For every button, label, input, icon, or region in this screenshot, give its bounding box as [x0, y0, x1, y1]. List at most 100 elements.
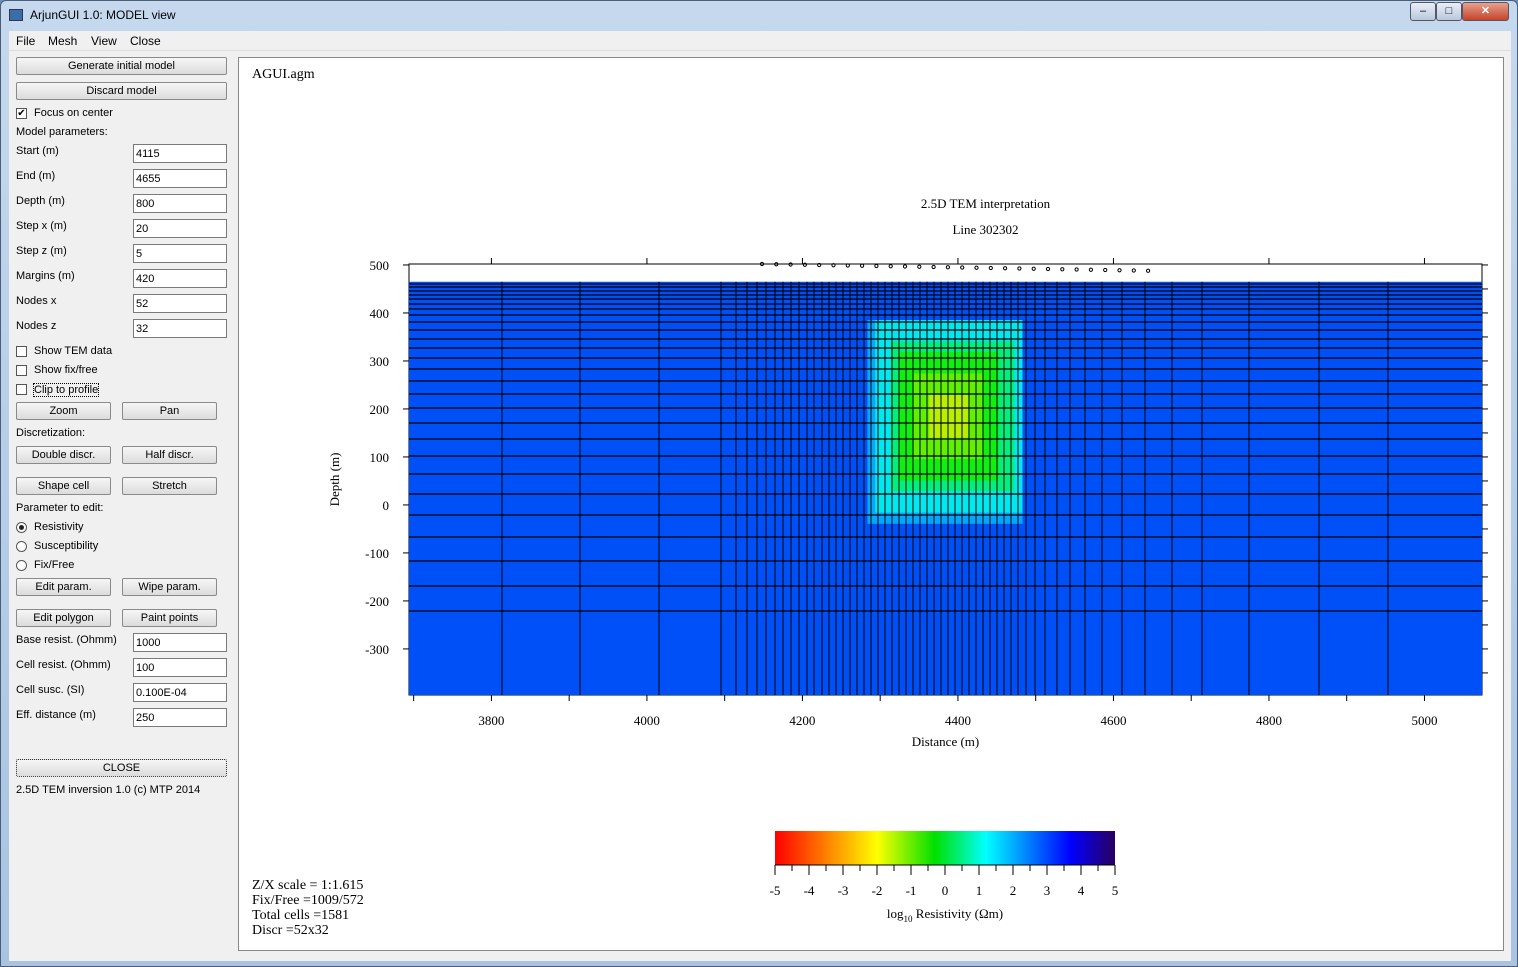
anomaly-cell	[898, 330, 907, 342]
anomaly-cell	[952, 459, 961, 471]
anomaly-cell	[882, 330, 892, 342]
x-tick-label: 4000	[634, 713, 660, 728]
anomaly-cell	[944, 405, 953, 417]
footer-text: 2.5D TEM inversion 1.0 (c) MTP 2014	[16, 784, 201, 796]
anomaly-cell	[898, 416, 907, 428]
maximize-button[interactable]: □	[1436, 2, 1462, 21]
edit-param-button[interactable]: Edit param.	[16, 578, 111, 596]
anomaly-cell	[898, 459, 907, 471]
anomaly-cell	[929, 480, 938, 492]
anomaly-cell	[960, 373, 969, 385]
param2-input[interactable]	[133, 708, 227, 727]
anomaly-cell	[998, 469, 1008, 481]
menu-close[interactable]: Close	[130, 34, 161, 48]
focus-center-checkbox[interactable]: ✔	[16, 108, 27, 119]
anomaly-cell	[913, 405, 923, 417]
anomaly-cell	[952, 480, 961, 492]
zoom-button[interactable]: Zoom	[16, 402, 111, 420]
anomaly-cell	[952, 405, 961, 417]
y-tick-label: 300	[370, 354, 390, 369]
close-window-button[interactable]: ✕	[1462, 2, 1509, 21]
anomaly-cell	[998, 491, 1008, 503]
colorbar-label: log10 Resistivity (Ωm)	[887, 906, 1003, 924]
anomaly-cell	[875, 469, 884, 481]
susceptibility-label: Susceptibility	[34, 540, 99, 552]
param-input[interactable]	[133, 244, 227, 263]
anomaly-cell	[913, 427, 923, 439]
colorbar-tick-label: -3	[838, 883, 849, 898]
x-tick-label: 5000	[1411, 713, 1437, 728]
colorbar-tick-label: 5	[1112, 883, 1119, 898]
anomaly-cell	[944, 416, 953, 428]
resistivity-radio[interactable]	[16, 522, 27, 533]
colorbar-tick-label: 2	[1010, 883, 1017, 898]
anomaly-cell	[944, 373, 953, 385]
param-input[interactable]	[133, 169, 227, 188]
minimize-button[interactable]: ‒	[1410, 2, 1436, 21]
param2-input[interactable]	[133, 633, 227, 652]
anomaly-cell	[991, 427, 1000, 439]
anomaly-cell	[867, 491, 876, 503]
colorbar-tick-label: -1	[906, 883, 917, 898]
anomaly-cell	[867, 405, 876, 417]
pan-button[interactable]: Pan	[122, 402, 217, 420]
anomaly-cell	[952, 416, 961, 428]
anomaly-cell	[998, 480, 1008, 492]
param2-input[interactable]	[133, 658, 227, 677]
paint-points-button[interactable]: Paint points	[122, 609, 217, 627]
param-input[interactable]	[133, 269, 227, 288]
clip-profile-checkbox[interactable]	[16, 384, 27, 395]
anomaly-cell	[898, 394, 907, 407]
param2-input[interactable]	[133, 683, 227, 702]
anomaly-cell	[898, 373, 907, 385]
menu-view[interactable]: View	[91, 34, 117, 48]
wipe-param-button[interactable]: Wipe param.	[122, 578, 217, 596]
app-icon	[9, 9, 23, 21]
anomaly-cell	[921, 512, 930, 524]
param-input[interactable]	[133, 319, 227, 338]
anomaly-cell	[898, 512, 907, 524]
focus-center-label: Focus on center	[34, 107, 113, 119]
show-fix-checkbox[interactable]	[16, 365, 27, 376]
anomaly-cell	[921, 448, 930, 460]
anomaly-cell	[867, 459, 876, 471]
stretch-button[interactable]: Stretch	[122, 477, 217, 495]
fixfree-radio[interactable]	[16, 560, 27, 571]
x-tick-label: 4600	[1100, 713, 1126, 728]
param-edit-label: Parameter to edit:	[16, 502, 104, 514]
shape-cell-button[interactable]: Shape cell	[16, 477, 111, 495]
colorbar-tick-label: -4	[804, 883, 815, 898]
menu-mesh[interactable]: Mesh	[48, 34, 77, 48]
double-discr-button[interactable]: Double discr.	[16, 446, 111, 464]
anomaly-cell	[944, 501, 953, 514]
param-input[interactable]	[133, 144, 227, 163]
title-bar: ArjunGUI 1.0: MODEL view ‒ □ ✕	[1, 1, 1517, 30]
anomaly-cell	[960, 330, 969, 342]
y-axis-label: Depth (m)	[327, 453, 342, 507]
menu-file[interactable]: File	[16, 34, 35, 48]
y-tick-label: 500	[370, 258, 390, 273]
anomaly-cell	[929, 469, 938, 481]
anomaly-cell	[875, 427, 884, 439]
param2-label: Base resist. (Ohmm)	[16, 634, 117, 646]
discard-model-button[interactable]: Discard model	[16, 82, 227, 100]
param-input[interactable]	[133, 294, 227, 313]
colorbar	[775, 831, 1115, 865]
param-input[interactable]	[133, 219, 227, 238]
anomaly-cell	[991, 501, 1000, 514]
model-plot-panel[interactable]: AGUI.agm 2.5D TEM interpretation Line 302…	[238, 57, 1504, 951]
param-input[interactable]	[133, 194, 227, 213]
param-label: End (m)	[16, 170, 56, 182]
anomaly-cell	[944, 491, 953, 503]
generate-model-button[interactable]: Generate initial model	[16, 57, 227, 75]
colorbar-tick-label: 3	[1044, 883, 1051, 898]
half-discr-button[interactable]: Half discr.	[122, 446, 217, 464]
anomaly-cell	[929, 448, 938, 460]
susceptibility-radio[interactable]	[16, 541, 27, 552]
anomaly-cell	[882, 469, 892, 481]
edit-polygon-button[interactable]: Edit polygon	[16, 609, 111, 627]
model-section-plot[interactable]: 2.5D TEM interpretationLine 302302500400…	[239, 58, 1505, 952]
show-tem-checkbox[interactable]	[16, 346, 27, 357]
close-button[interactable]: CLOSE	[16, 759, 227, 777]
anomaly-cell	[998, 512, 1008, 524]
